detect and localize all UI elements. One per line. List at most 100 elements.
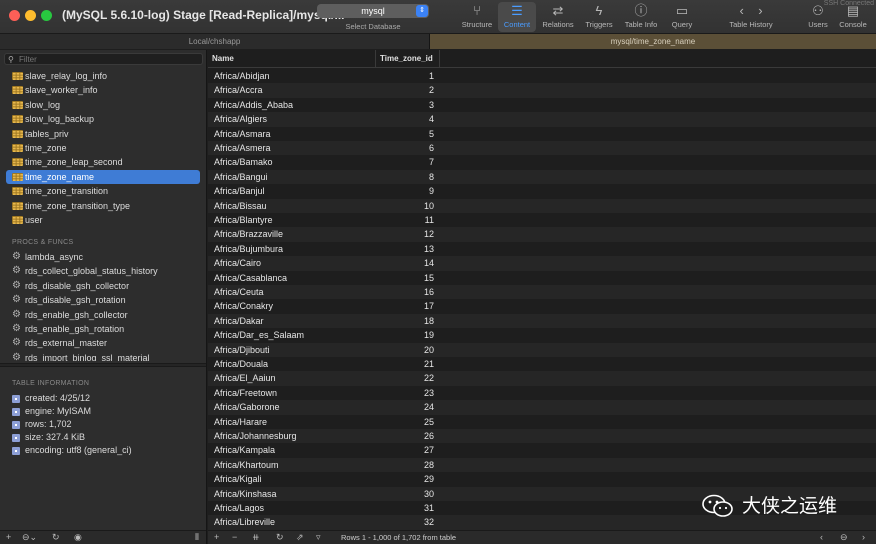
cell-time-zone-id[interactable]: 19 [378,328,434,342]
maximize-window-button[interactable] [41,10,52,21]
table-row[interactable]: Africa/El_Aaiun 22 [208,371,876,386]
cell-name[interactable]: Africa/Asmera [214,141,271,155]
cell-name[interactable]: Africa/Bangui [214,170,268,184]
cell-name[interactable]: Africa/Algiers [214,112,267,126]
table-row[interactable]: Africa/Djibouti 20 [208,342,876,357]
cell-time-zone-id[interactable]: 22 [378,371,434,385]
cell-time-zone-id[interactable]: 10 [378,199,434,213]
cell-time-zone-id[interactable]: 29 [378,472,434,486]
table-row[interactable]: Africa/Accra 2 [208,83,876,98]
table-row[interactable]: Africa/Asmara 5 [208,127,876,141]
sidebar-table-item[interactable]: time_zone_leap_second [6,155,200,169]
cell-name[interactable]: Africa/Asmara [214,127,271,141]
cell-time-zone-id[interactable]: 14 [378,256,434,270]
table-row[interactable]: Africa/Brazzaville 12 [208,227,876,242]
export-icon[interactable]: ⇗ [296,531,304,544]
duplicate-row-icon[interactable]: ⧺ [252,531,260,544]
cell-name[interactable]: Africa/Johannesburg [214,429,297,443]
cell-name[interactable]: Africa/Accra [214,83,263,97]
filter-input[interactable] [19,54,199,64]
sidebar-proc-item[interactable]: ⚙ rds_enable_gsh_collector [6,308,200,322]
add-row-icon[interactable]: + [214,531,219,544]
refresh-grid-icon[interactable]: ↻ [276,531,284,544]
cell-time-zone-id[interactable]: 31 [378,501,434,515]
cell-name[interactable]: Africa/Harare [214,415,267,429]
sidebar-table-item[interactable]: tables_priv [6,127,200,141]
tab-time-zone-name[interactable]: mysql/time_zone_name [430,34,876,49]
cell-name[interactable]: Africa/Kampala [214,443,275,457]
table-row[interactable]: Africa/Dakar 18 [208,313,876,329]
cell-name[interactable]: Africa/Libreville [214,515,275,529]
cell-name[interactable]: Africa/Addis_Ababa [214,98,293,112]
cell-name[interactable]: Africa/Gaborone [214,400,280,414]
cell-time-zone-id[interactable]: 15 [378,271,434,285]
column-header-time-zone-id[interactable]: Time_zone_id [376,50,440,68]
table-row[interactable]: Africa/Conakry 17 [208,299,876,313]
cell-time-zone-id[interactable]: 21 [378,357,434,371]
cell-time-zone-id[interactable]: 32 [378,515,434,529]
sidebar-proc-item[interactable]: ⚙ rds_enable_gsh_rotation [6,322,200,336]
cell-name[interactable]: Africa/Brazzaville [214,227,283,241]
table-row[interactable]: Africa/Blantyre 11 [208,213,876,227]
sidebar-table-item[interactable]: time_zone [6,141,200,155]
sidebar-table-item[interactable]: time_zone_transition_type [6,199,200,213]
table-row[interactable]: Africa/Harare 25 [208,415,876,429]
sidebar-proc-item[interactable]: ⚙ rds_disable_gsh_collector [6,279,200,293]
delete-row-icon[interactable]: − [232,531,237,544]
cell-time-zone-id[interactable]: 28 [378,458,434,472]
column-header-name[interactable]: Name [208,50,376,68]
cell-time-zone-id[interactable]: 30 [378,487,434,501]
sidebar-table-item[interactable]: slave_relay_log_info [6,69,200,83]
cell-time-zone-id[interactable]: 3 [378,98,434,112]
add-table-icon[interactable]: + [6,531,11,544]
sidebar-proc-item[interactable]: ⚙ rds_external_master [6,336,200,350]
table-row[interactable]: Africa/Gaborone 24 [208,400,876,415]
table-row[interactable]: Africa/Banjul 9 [208,184,876,198]
relations-button[interactable]: ⇄ Relations [538,2,578,32]
triggers-button[interactable]: ϟ Triggers [580,2,618,32]
cell-time-zone-id[interactable]: 8 [378,170,434,184]
table-row[interactable]: Africa/Kampala 27 [208,443,876,457]
cell-name[interactable]: Africa/Cairo [214,256,261,270]
options-menu-icon[interactable]: ⊖ [840,531,848,544]
table-row[interactable]: Africa/Dar_es_Salaam 19 [208,328,876,342]
table-row[interactable]: Africa/Abidjan 1 [208,69,876,83]
sidebar-splitter[interactable] [0,363,206,367]
sidebar-table-item-selected[interactable]: time_zone_name [6,169,200,184]
cell-name[interactable]: Africa/Bamako [214,155,273,169]
sidebar-proc-item[interactable]: ⚙ rds_disable_gsh_rotation [6,293,200,307]
table-row[interactable]: Africa/Algiers 4 [208,112,876,127]
refresh-icon[interactable]: ↻ [52,531,60,544]
cell-time-zone-id[interactable]: 12 [378,227,434,241]
cell-time-zone-id[interactable]: 7 [378,155,434,169]
actions-menu-icon[interactable]: ⊖⌄ [22,531,37,544]
cell-name[interactable]: Africa/Bissau [214,199,267,213]
sidebar-proc-item[interactable]: ⚙ rds_collect_global_status_history [6,264,200,278]
table-row[interactable]: Africa/Addis_Ababa 3 [208,98,876,112]
filter-funnel-icon[interactable]: ▿ [316,531,321,544]
page-prev-icon[interactable]: ‹ [820,531,823,544]
cell-name[interactable]: Africa/Blantyre [214,213,273,227]
query-button[interactable]: ▭ Query [664,2,700,32]
table-row[interactable]: Africa/Bangui 8 [208,169,876,185]
cell-name[interactable]: Africa/Kigali [214,472,262,486]
cell-time-zone-id[interactable]: 17 [378,299,434,313]
cell-name[interactable]: Africa/El_Aaiun [214,371,276,385]
page-next-icon[interactable]: › [862,531,865,544]
tab-local-chshapp[interactable]: Local/chshapp [0,34,430,49]
structure-button[interactable]: ⑂ Structure [458,2,496,32]
cell-name[interactable]: Africa/Casablanca [214,271,287,285]
table-row[interactable]: Africa/Bujumbura 13 [208,242,876,256]
cell-time-zone-id[interactable]: 23 [378,386,434,400]
table-info-button[interactable]: ⓘ Table Info [620,2,662,32]
table-row[interactable]: Africa/Bissau 10 [208,198,876,213]
sidebar-proc-item[interactable]: ⚙ rds_import_binlog_ssl_material [6,351,200,361]
table-row[interactable]: Africa/Asmera 6 [208,141,876,156]
cell-time-zone-id[interactable]: 20 [378,343,434,357]
cell-time-zone-id[interactable]: 11 [378,213,434,227]
resize-handle-icon[interactable]: ⦀ [195,531,199,544]
sidebar-table-item[interactable]: slave_worker_info [6,83,200,97]
cell-time-zone-id[interactable]: 9 [378,184,434,198]
cell-name[interactable]: Africa/Abidjan [214,69,270,83]
cell-name[interactable]: Africa/Khartoum [214,458,279,472]
